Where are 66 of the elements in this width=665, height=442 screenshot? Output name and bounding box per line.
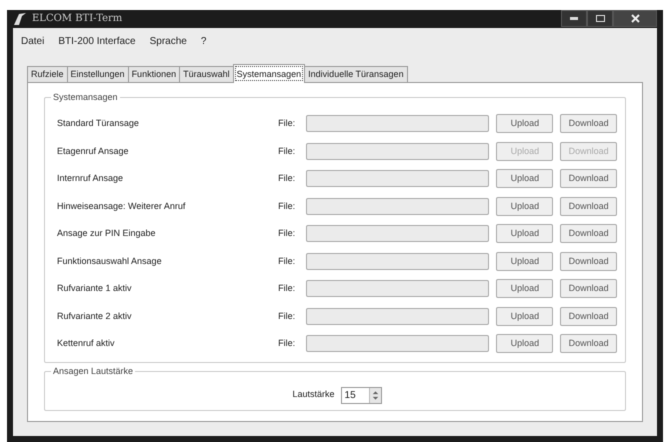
row-label: Rufvariante 2 aktiv — [57, 310, 133, 322]
file-field[interactable] — [306, 335, 490, 352]
menu-item[interactable]: Sprache — [150, 34, 187, 48]
maximize-icon — [596, 15, 604, 22]
upload-button[interactable]: Upload — [496, 279, 554, 298]
file-label: File: — [278, 337, 296, 350]
row-label: Funktionsauswahl Ansage — [57, 254, 163, 268]
row-label: Kettenruf aktiv — [57, 337, 116, 350]
file-label: File: — [278, 282, 296, 295]
tab[interactable]: Türauswahl — [179, 66, 234, 82]
download-button[interactable]: Download — [560, 306, 618, 326]
group-title: Ansagen Lautstärke — [51, 365, 136, 378]
file-field[interactable] — [306, 115, 490, 132]
download-button[interactable]: Download — [560, 169, 618, 188]
file-field[interactable] — [306, 170, 490, 188]
file-field[interactable] — [306, 252, 490, 270]
tab[interactable]: Rufziele — [27, 66, 68, 82]
download-button[interactable]: Download — [560, 252, 618, 271]
group-title: Systemansagen — [51, 91, 120, 104]
upload-button[interactable]: Upload — [496, 252, 554, 271]
download-button[interactable]: Download — [560, 196, 618, 216]
tab[interactable]: Funktionen — [128, 66, 180, 82]
tab[interactable]: Individuelle Türansagen — [304, 66, 408, 82]
row-label: Internruf Ansage — [57, 172, 124, 185]
menu-item[interactable]: BTI-200 Interface — [58, 34, 136, 48]
file-label: File: — [278, 310, 296, 322]
download-button[interactable]: Download — [560, 279, 618, 298]
minimize-button[interactable] — [561, 10, 587, 27]
file-field[interactable] — [306, 198, 490, 215]
spinner-arrows-icon[interactable] — [368, 388, 381, 402]
minimize-icon — [570, 17, 578, 20]
download-button[interactable]: Download — [560, 334, 618, 354]
tab[interactable]: Systemansagen — [232, 64, 306, 83]
file-label: File: — [278, 172, 296, 185]
file-label: File: — [278, 227, 296, 240]
download-button[interactable]: Download — [560, 224, 618, 244]
file-label: File: — [278, 254, 296, 268]
file-field[interactable] — [306, 308, 490, 325]
maximize-button[interactable] — [587, 10, 613, 27]
close-icon — [630, 14, 640, 23]
upload-button[interactable]: Upload — [496, 224, 554, 244]
upload-button[interactable]: Upload — [496, 306, 554, 326]
file-label: File: — [278, 144, 296, 158]
file-field[interactable] — [306, 225, 490, 242]
row-label: Standard Türansage — [57, 117, 140, 130]
row-label: Etagenruf Ansage — [57, 144, 130, 158]
upload-button[interactable]: Upload — [496, 114, 554, 134]
app-icon — [13, 12, 27, 26]
window-title: ELCOM BTI-Term — [32, 12, 122, 26]
file-field[interactable] — [306, 142, 490, 160]
volume-spinbox[interactable]: 15 — [340, 386, 382, 404]
volume-label: Lautstärke — [292, 388, 335, 402]
row-label: Hinweiseansage: Weiterer Anruf — [57, 200, 186, 213]
menu-item[interactable]: ? — [200, 34, 206, 48]
tab[interactable]: Einstellungen — [66, 66, 129, 82]
menu-item[interactable]: Datei — [21, 34, 44, 48]
row-label: Rufvariante 1 aktiv — [57, 282, 133, 295]
close-button[interactable] — [613, 10, 657, 27]
upload-button[interactable]: Upload — [496, 169, 554, 188]
file-label: File: — [278, 117, 296, 130]
row-label: Ansage zur PIN Eingabe — [57, 227, 157, 240]
file-label: File: — [278, 200, 296, 212]
file-field[interactable] — [306, 280, 490, 298]
upload-button[interactable]: Upload — [496, 196, 554, 216]
download-button[interactable]: Download — [560, 114, 618, 134]
upload-button[interactable]: Upload — [496, 334, 554, 354]
